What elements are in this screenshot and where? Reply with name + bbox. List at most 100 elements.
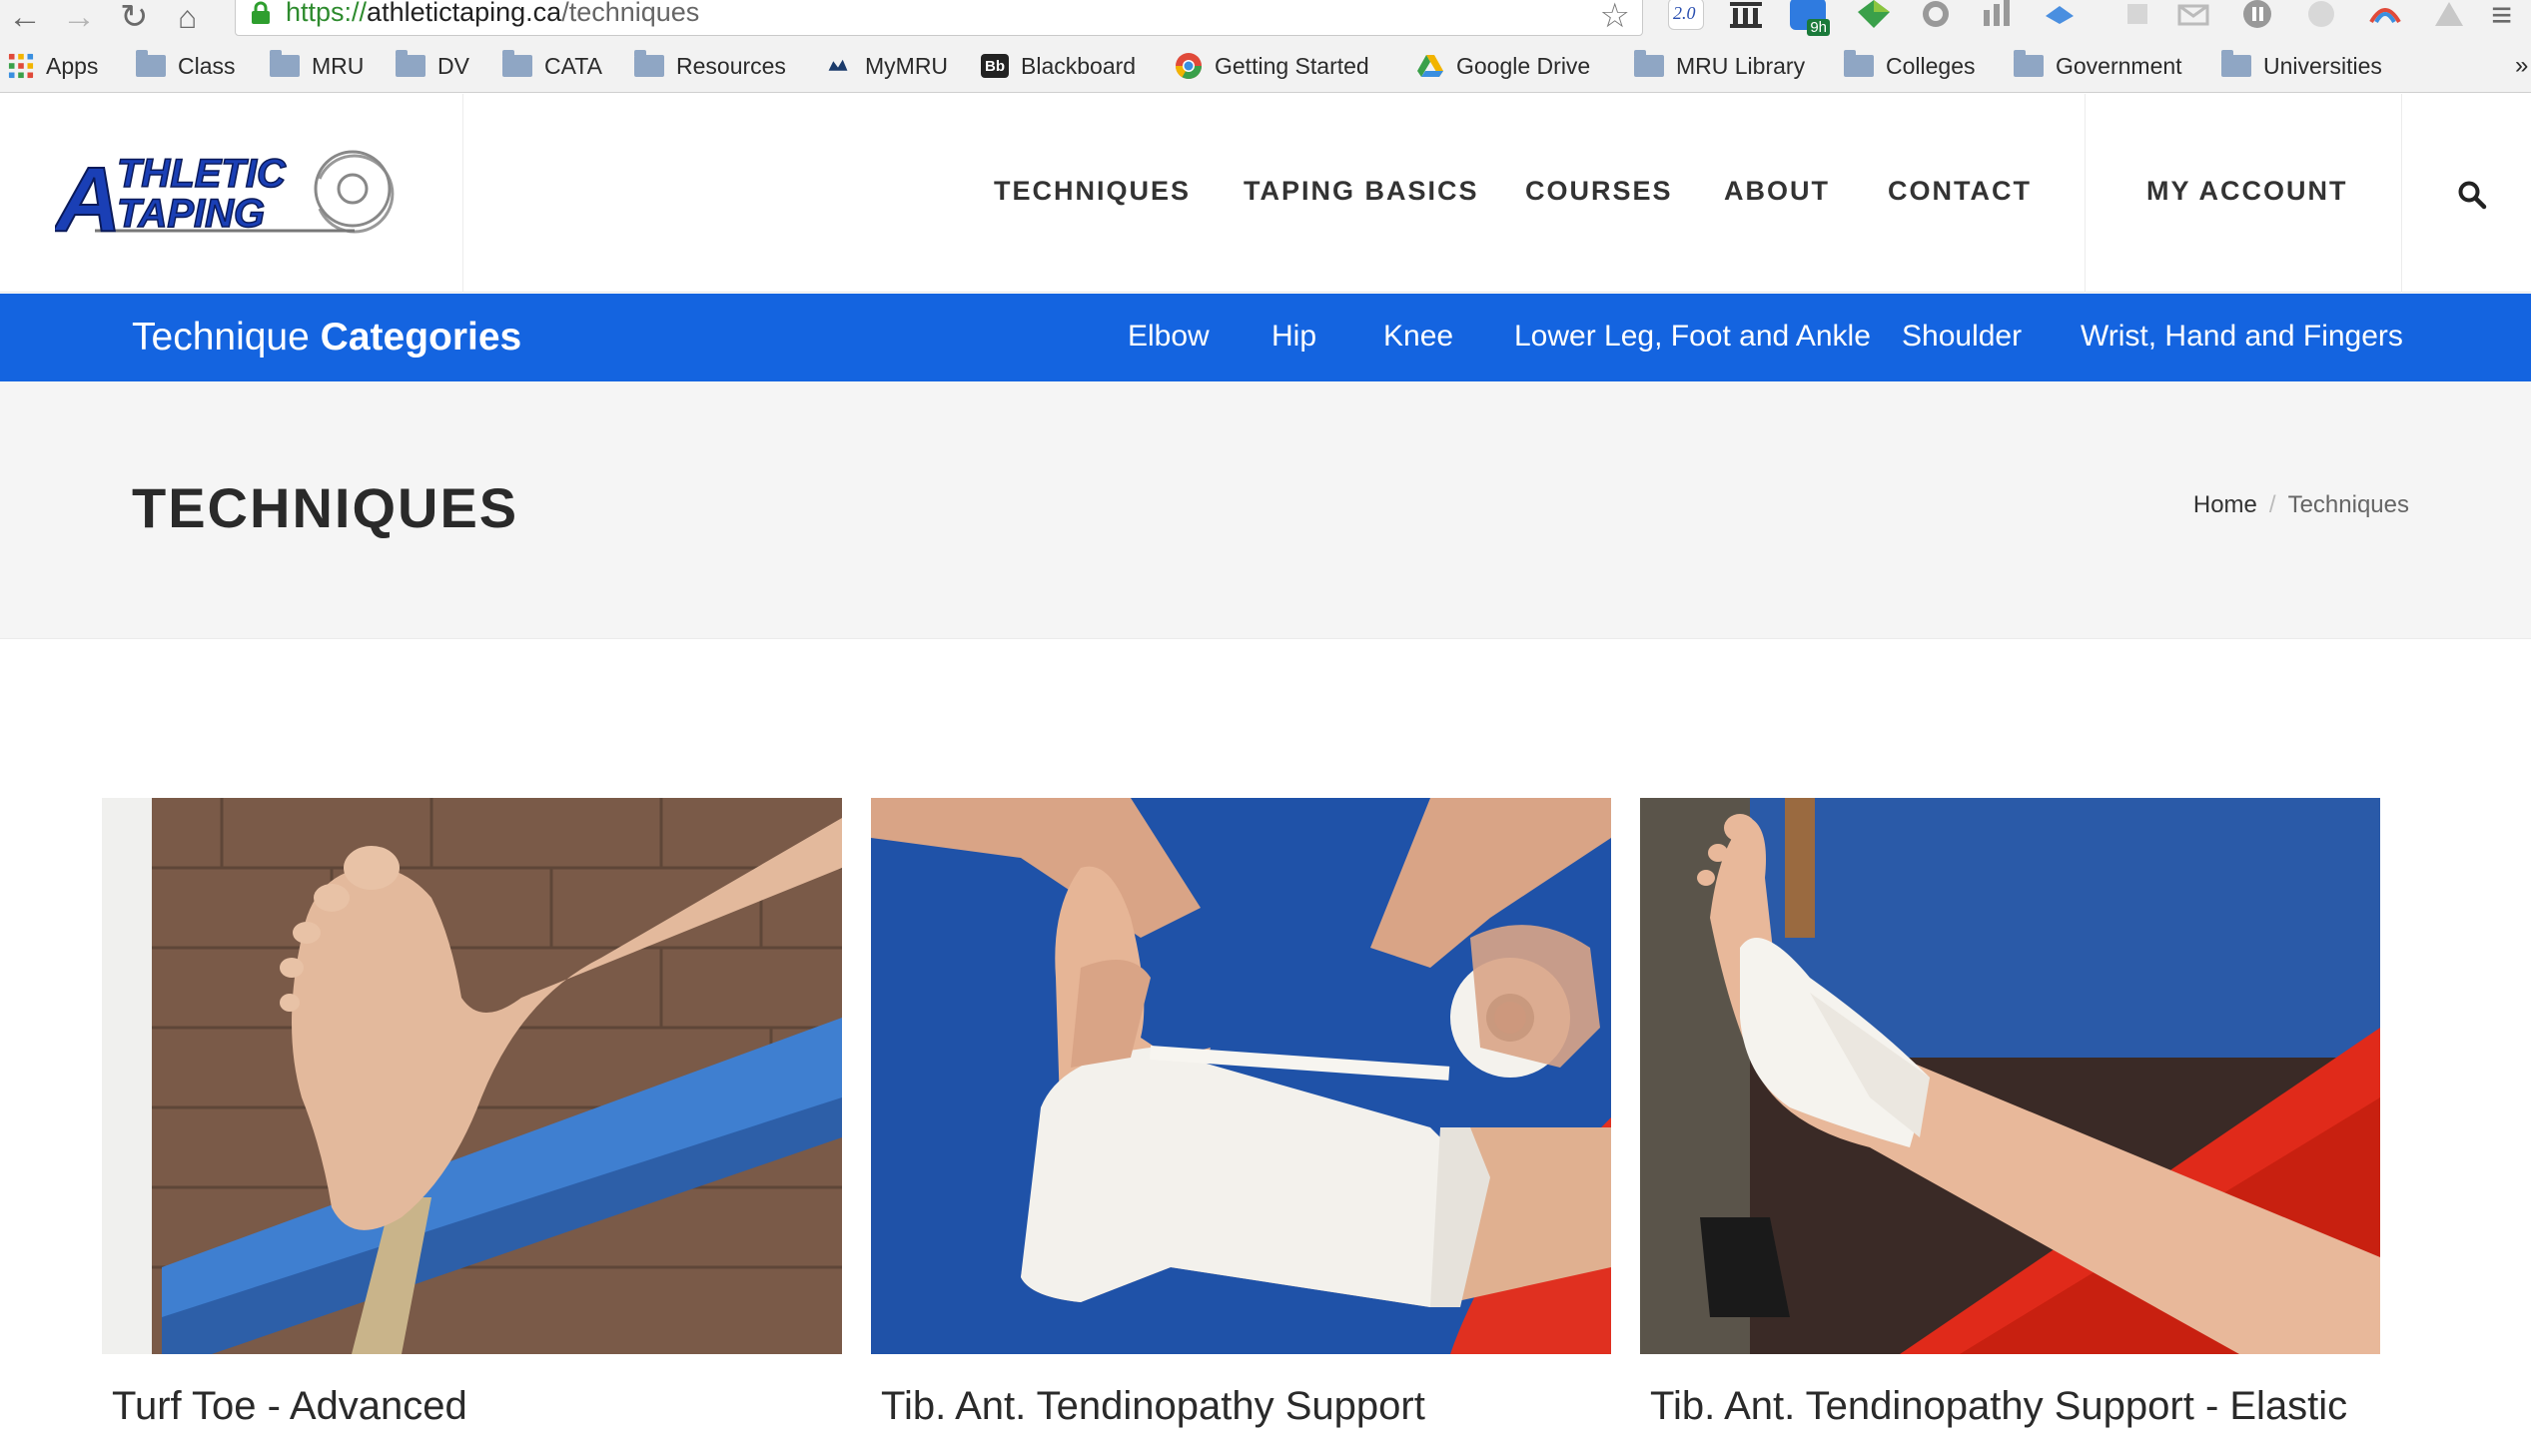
bookmark-star-icon[interactable]: ☆ (1600, 0, 1630, 36)
nav-taping-basics[interactable]: TAPING BASICS (1244, 176, 1479, 207)
sync-extension-icon[interactable] (1918, 0, 1954, 30)
bookmark-universities[interactable]: Universities (2221, 48, 2382, 84)
athletic-taping-logo[interactable]: A THLETIC TAPING (55, 149, 395, 239)
technique-card-turf-toe[interactable]: Turf Toe - Advanced (102, 798, 842, 1429)
technique-thumbnail[interactable] (871, 798, 1611, 1354)
shield-gray-extension-icon[interactable] (2303, 0, 2339, 30)
categories-heading: Technique Categories (132, 316, 521, 360)
bookmark-label: Colleges (1886, 52, 1976, 79)
site-header: A THLETIC TAPING TECHNIQUES TAPING BASIC… (0, 94, 2531, 293)
bookmark-mymru[interactable]: MyMRU (823, 48, 948, 84)
bookmarks-overflow-button[interactable]: » (2515, 48, 2528, 84)
forward-arrow-icon[interactable]: → (62, 0, 96, 34)
browser-toolbar: ← → ↻ ⌂ https://athletictaping.ca/techni… (0, 0, 2531, 40)
bookmark-mru-library[interactable]: MRU Library (1634, 48, 1805, 84)
address-bar[interactable]: https://athletictaping.ca/techniques ☆ (235, 0, 1643, 36)
categories-heading-light: Technique (132, 316, 310, 359)
bookmarks-bar: Apps Class MRU DV CATA Resources MyMRU B… (0, 48, 2531, 88)
header-divider (2401, 94, 2402, 293)
rainbow-extension-icon[interactable] (2367, 0, 2403, 30)
category-elbow[interactable]: Elbow (1128, 320, 1210, 354)
technique-card-title[interactable]: Turf Toe - Advanced (112, 1384, 842, 1429)
svg-text:THLETIC: THLETIC (117, 152, 287, 196)
breadcrumb-separator: / (2268, 491, 2276, 518)
folder-icon (634, 50, 664, 77)
lock-icon (252, 1, 270, 24)
bookmark-class[interactable]: Class (136, 48, 236, 84)
bookmark-label: MRU Library (1676, 52, 1806, 79)
bookmark-label: Blackboard (1021, 52, 1137, 79)
breadcrumb: Home / Techniques (2193, 491, 2409, 519)
apps-grid-icon (8, 53, 34, 79)
category-lower-leg-foot-ankle[interactable]: Lower Leg, Foot and Ankle (1514, 320, 1871, 354)
bookmark-blackboard[interactable]: Bb Blackboard (981, 48, 1136, 84)
back-arrow-icon[interactable]: ← (8, 0, 42, 34)
category-shoulder[interactable]: Shoulder (1902, 320, 2022, 354)
bookmark-label: MyMRU (865, 52, 949, 79)
page-title-band: TECHNIQUES Home / Techniques (0, 381, 2531, 639)
bookmark-label: DV (437, 52, 469, 79)
folder-icon (396, 50, 425, 77)
pause-extension-icon[interactable] (2239, 0, 2275, 30)
technique-card-tib-ant-support-elastic[interactable]: Tib. Ant. Tendinopathy Support - Elastic (1640, 798, 2380, 1429)
nav-about[interactable]: ABOUT (1724, 176, 1830, 207)
nav-my-account[interactable]: MY ACCOUNT (2146, 176, 2348, 207)
calendar-extension-icon[interactable]: 9h (1790, 0, 1830, 36)
folder-icon (2014, 50, 2044, 77)
reload-icon[interactable]: ↻ (120, 0, 149, 34)
ankle-taping-photo-image (871, 798, 1611, 1354)
search-icon[interactable] (2457, 180, 2487, 210)
chart-extension-icon[interactable] (1980, 0, 2016, 30)
technique-card-title[interactable]: Tib. Ant. Tendinopathy Support - Elastic (1650, 1384, 2380, 1429)
bookmark-label: Universities (2263, 52, 2382, 79)
folder-icon (2221, 50, 2251, 77)
elastic-taping-photo-image (1640, 798, 2380, 1354)
nav-courses[interactable]: COURSES (1525, 176, 1673, 207)
shield-extension-icon[interactable] (1856, 0, 1892, 30)
bookmark-colleges[interactable]: Colleges (1844, 48, 1976, 84)
technique-categories-bar: Technique Categories Elbow Hip Knee Lowe… (0, 294, 2531, 381)
extension-version-label: 2.0 (1673, 3, 1696, 23)
bookmark-mru[interactable]: MRU (270, 48, 364, 84)
bookmark-dv[interactable]: DV (396, 48, 469, 84)
nav-contact[interactable]: CONTACT (1888, 176, 2032, 207)
bookmark-getting-started[interactable]: Getting Started (1175, 48, 1369, 84)
category-hip[interactable]: Hip (1271, 320, 1316, 354)
bookmark-google-drive[interactable]: Google Drive (1416, 48, 1590, 84)
bookmark-label: Government (2056, 52, 2182, 79)
category-wrist-hand-fingers[interactable]: Wrist, Hand and Fingers (2081, 320, 2403, 354)
chrome-icon (1175, 53, 1203, 80)
bookmark-cata[interactable]: CATA (502, 48, 602, 84)
technique-card-tib-ant-support[interactable]: Tib. Ant. Tendinopathy Support (871, 798, 1611, 1429)
bookmark-label: Google Drive (1456, 52, 1591, 79)
technique-thumbnail[interactable] (1640, 798, 2380, 1354)
bookmark-label: Resources (676, 52, 786, 79)
blackboard-icon: Bb (981, 54, 1009, 78)
technique-card-title[interactable]: Tib. Ant. Tendinopathy Support (881, 1384, 1611, 1429)
mail-extension-icon[interactable] (2175, 0, 2211, 30)
category-knee[interactable]: Knee (1383, 320, 1453, 354)
extension-badge: 9h (1807, 19, 1830, 36)
categories-heading-bold: Categories (320, 316, 522, 359)
bookmark-apps[interactable]: Apps (8, 48, 98, 84)
nav-techniques[interactable]: TECHNIQUES (994, 176, 1191, 207)
home-icon[interactable]: ⌂ (178, 1, 197, 33)
library-extension-icon[interactable] (1728, 0, 1764, 30)
extension-icon[interactable]: 2.0 (1668, 0, 1704, 30)
breadcrumb-home-link[interactable]: Home (2193, 491, 2257, 518)
cloud-extension-icon[interactable] (2042, 0, 2078, 30)
bookmark-government[interactable]: Government (2014, 48, 2182, 84)
folder-icon (136, 50, 166, 77)
svg-text:TAPING: TAPING (117, 192, 265, 236)
url-text: https://athletictaping.ca/techniques (286, 0, 700, 27)
menu-icon[interactable]: ≡ (2491, 0, 2512, 33)
puzzle-extension-icon[interactable] (2119, 0, 2155, 30)
folder-icon (502, 50, 532, 77)
header-divider (462, 94, 463, 293)
bookmark-label: CATA (544, 52, 602, 79)
drive-extension-icon[interactable] (2431, 0, 2467, 30)
technique-thumbnail[interactable] (102, 798, 842, 1354)
bookmark-resources[interactable]: Resources (634, 48, 786, 84)
header-divider (2085, 94, 2086, 293)
bookmark-label: Class (178, 52, 236, 79)
